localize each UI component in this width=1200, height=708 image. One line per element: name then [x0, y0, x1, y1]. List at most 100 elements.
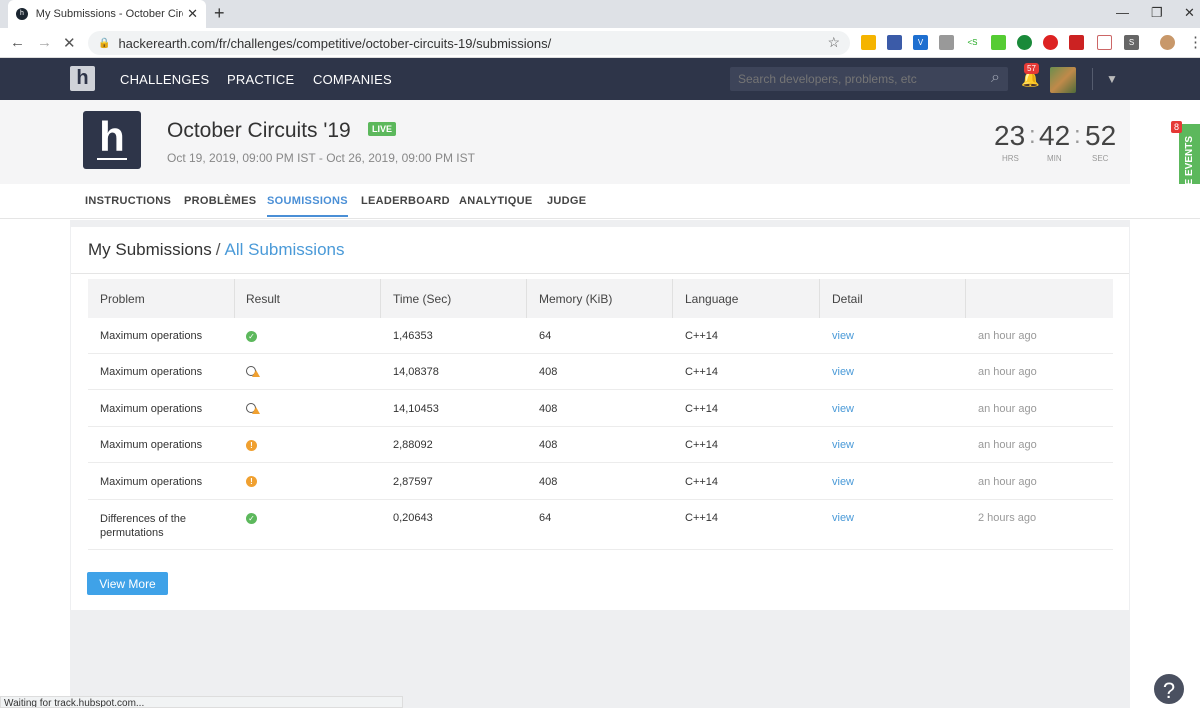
user-avatar[interactable] [1050, 67, 1076, 93]
hackerearth-logo[interactable]: h [70, 66, 95, 91]
extension-mail-icon[interactable] [1097, 35, 1112, 50]
view-link[interactable]: view [832, 476, 854, 488]
view-link[interactable]: view [832, 403, 854, 415]
language-value: C++14 [685, 403, 719, 415]
accepted-check-icon: ✓ [246, 513, 257, 524]
memory-value: 408 [539, 476, 558, 488]
tab-submissions[interactable]: SOUMISSIONS [267, 195, 348, 217]
time-ago: an hour ago [978, 330, 1037, 342]
view-link[interactable]: view [832, 330, 854, 342]
close-window-icon[interactable]: ✕ [1184, 5, 1195, 21]
extension-download-icon[interactable] [991, 35, 1006, 50]
view-more-button[interactable]: View More [87, 572, 168, 595]
bookmark-star-icon[interactable]: ☆ [827, 34, 840, 51]
wrong-answer-icon: ! [246, 440, 257, 451]
live-events-count: 8 [1171, 121, 1183, 133]
wrong-answer-icon: ! [246, 476, 257, 487]
tab-analytics[interactable]: ANALYTIQUE [459, 195, 533, 207]
menu-challenges[interactable]: CHALLENGES [120, 72, 209, 87]
contest-logo-letter: h [99, 113, 125, 160]
extension-code-icon[interactable]: <S [965, 35, 980, 50]
tab-instructions[interactable]: INSTRUCTIONS [85, 195, 171, 207]
extension-translate-icon[interactable] [939, 35, 954, 50]
time-limit-exceeded-icon [246, 403, 260, 415]
live-badge: LIVE [368, 122, 397, 136]
view-link[interactable]: view [832, 366, 854, 378]
table-row [88, 354, 1113, 390]
time-ago: an hour ago [978, 366, 1037, 378]
timer-seconds: 52 [1085, 120, 1117, 151]
search-box[interactable]: ⌕ [730, 67, 1008, 91]
col-divider [380, 279, 381, 318]
extension-s-icon[interactable]: S [1124, 35, 1139, 50]
time-limit-exceeded-icon [246, 366, 260, 378]
extension-bulb-icon[interactable] [861, 35, 876, 50]
profile-avatar-icon[interactable] [1160, 35, 1175, 50]
timer-minutes: 42 [1039, 120, 1071, 151]
new-tab-button[interactable]: + [214, 3, 225, 24]
back-icon[interactable]: ← [10, 34, 25, 51]
stop-loading-icon[interactable]: ✕ [63, 34, 76, 52]
url-text: hackerearth.com/fr/challenges/competitiv… [118, 35, 552, 51]
table-row [88, 500, 1113, 550]
extension-v-icon[interactable]: V [913, 35, 928, 50]
time-ago: an hour ago [978, 403, 1037, 415]
close-tab-icon[interactable]: ✕ [187, 6, 198, 22]
menu-practice[interactable]: PRACTICE [227, 72, 294, 87]
help-button[interactable]: ? [1152, 672, 1186, 706]
chevron-down-icon[interactable]: ▼ [1106, 72, 1118, 86]
col-divider [526, 279, 527, 318]
menu-companies[interactable]: COMPANIES [313, 72, 392, 87]
time-ago: 2 hours ago [978, 512, 1037, 524]
timer-sec-label: SEC [1092, 154, 1109, 163]
tab-leaderboard[interactable]: LEADERBOARD [361, 195, 450, 207]
contest-dates: Oct 19, 2019, 09:00 PM IST - Oct 26, 201… [167, 151, 475, 165]
forward-icon[interactable]: → [37, 34, 52, 51]
browser-menu-icon[interactable]: ⋮ [1188, 33, 1200, 51]
memory-value: 408 [539, 403, 558, 415]
extension-globe-icon[interactable] [1017, 35, 1032, 50]
time-value: 1,46353 [393, 330, 433, 342]
extension-adblock-icon[interactable] [1043, 35, 1058, 50]
col-divider [672, 279, 673, 318]
tab-judge[interactable]: JUDGE [547, 195, 586, 207]
extension-apple-icon[interactable] [1069, 35, 1084, 50]
language-value: C++14 [685, 330, 719, 342]
time-ago: an hour ago [978, 476, 1037, 488]
language-value: C++14 [685, 366, 719, 378]
breadcrumb-separator: / [215, 240, 221, 259]
timer-hours: 23 [994, 120, 1026, 151]
memory-value: 408 [539, 439, 558, 451]
view-link[interactable]: view [832, 512, 854, 524]
col-divider [234, 279, 235, 318]
all-submissions-link[interactable]: All Submissions [225, 240, 345, 259]
timer-colon: : [1074, 122, 1081, 149]
time-value: 2,87597 [393, 476, 433, 488]
time-value: 14,10453 [393, 403, 439, 415]
breadcrumb: My Submissions / All Submissions [88, 240, 345, 260]
language-value: C++14 [685, 439, 719, 451]
minimize-icon[interactable]: — [1116, 5, 1129, 20]
omnibox[interactable]: 🔒 hackerearth.com/fr/challenges/competit… [88, 31, 850, 55]
breadcrumb-current: My Submissions [88, 240, 212, 259]
time-value: 0,20643 [393, 512, 433, 524]
browser-tab[interactable]: h My Submissions - October Circuits '19 … [8, 0, 206, 28]
col-language: Language [685, 292, 739, 306]
problem-name: Maximum operations [100, 403, 203, 415]
col-problem: Problem [100, 292, 145, 306]
card-divider [71, 273, 1129, 274]
search-icon[interactable]: ⌕ [991, 69, 1000, 87]
lock-icon: 🔒 [98, 37, 111, 49]
col-divider [819, 279, 820, 318]
time-value: 14,08378 [393, 366, 439, 378]
search-input[interactable] [738, 72, 978, 86]
tab-problems[interactable]: PROBLÈMES [184, 195, 256, 207]
restore-icon[interactable]: ❐ [1151, 5, 1163, 21]
table-row [88, 463, 1113, 500]
problem-name: Differences of the permutations [100, 513, 187, 539]
view-link[interactable]: view [832, 439, 854, 451]
accepted-check-icon: ✓ [246, 331, 257, 342]
problem-name: Maximum operations [100, 366, 203, 378]
extension-chart-icon[interactable] [887, 35, 902, 50]
timer-min-label: MIN [1047, 154, 1062, 163]
